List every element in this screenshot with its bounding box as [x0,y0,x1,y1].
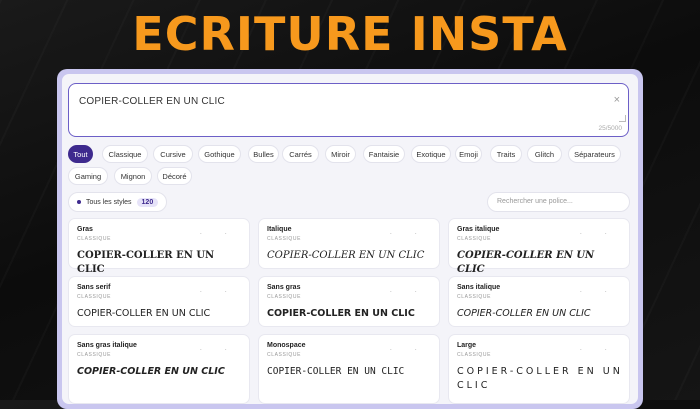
font-card-preview[interactable]: COPIER-COLLER EN UN CLIC [267,249,433,263]
all-styles-label: Tous les styles [86,198,132,206]
text-input-value: COPIER-COLLER EN UN CLIC [79,96,225,107]
font-card-actions[interactable]: · · [199,345,237,354]
styles-count-badge: 120 [136,197,159,207]
font-card[interactable]: Sans italique CLASSIQUE · · COPIER-COLLER E… [448,276,630,327]
font-card-category: CLASSIQUE [457,294,492,300]
font-card-preview[interactable]: COPIER-COLLER EN UN CLIC [77,307,243,321]
font-card-actions[interactable]: · · [579,345,617,354]
font-card-name: Gras italique [457,226,500,233]
filter-chip-glitch[interactable]: Glitch [527,145,562,163]
search-input[interactable]: Rechercher une police... [487,192,630,212]
font-card-name: Sans serif [77,284,111,291]
filter-chip-classique[interactable]: Classique [102,145,148,163]
font-card-preview[interactable]: COPIER-COLLER EN UN CLIC [267,365,433,379]
font-card-category: CLASSIQUE [267,236,302,242]
filter-chip-séparateurs[interactable]: Séparateurs [568,145,621,163]
font-card-category: CLASSIQUE [267,294,302,300]
filter-chip-tout[interactable]: Tout [68,145,93,163]
filter-chip-exotique[interactable]: Exotique [411,145,451,163]
filter-chip-fantaisie[interactable]: Fantaisie [363,145,405,163]
filter-chip-traits[interactable]: Traits [490,145,522,163]
font-card-preview[interactable]: COPIER-COLLER EN UN CLIC [457,307,623,321]
all-styles-toggle[interactable]: Tous les styles 120 [68,192,168,212]
filter-chip-gaming[interactable]: Gaming [68,167,108,185]
font-card-name: Sans gras italique [77,342,137,349]
font-card[interactable]: Italique CLASSIQUE · · COPIER-COLLER EN UN … [258,218,440,269]
font-card-preview[interactable]: COPIER-COLLER EN UN CLIC [457,249,623,277]
font-card-preview[interactable]: COPIER-COLLER EN UN CLIC [267,307,433,321]
font-card-category: CLASSIQUE [457,236,492,242]
font-card[interactable]: Large CLASSIQUE · · COPIER-COLLER EN UN CLI… [448,334,630,404]
filter-chip-miroir[interactable]: Miroir [325,145,356,163]
app-panel: COPIER-COLLER EN UN CLIC × 25/5000 Tout C… [62,74,638,404]
resize-handle[interactable] [619,115,626,122]
font-card-actions[interactable]: · · [199,287,237,296]
font-card-name: Italique [267,226,292,233]
filter-chip-cursive[interactable]: Cursive [153,145,193,163]
font-card[interactable]: Gras italique CLASSIQUE · · COPIER-COLLER E… [448,218,630,275]
font-card-name: Sans gras [267,284,301,291]
font-card-name: Sans italique [457,284,501,291]
filter-chip-bulles[interactable]: Bulles [248,145,279,163]
text-input[interactable]: COPIER-COLLER EN UN CLIC × 25/5000 [68,83,629,137]
font-card-category: CLASSIQUE [267,352,302,358]
close-icon[interactable]: × [614,94,620,106]
font-card-name: Large [457,342,477,349]
filter-chip-mignon[interactable]: Mignon [114,167,152,185]
filter-chip-gothique[interactable]: Gothique [198,145,241,163]
filter-chip-emoji[interactable]: Emoji [455,145,482,163]
font-card-category: CLASSIQUE [77,352,112,358]
font-card[interactable]: Sans gras CLASSIQUE · · COPIER-COLLER EN UN… [258,276,440,327]
font-card-actions[interactable]: · · [389,229,427,238]
font-card-preview[interactable]: COPIER-COLLER EN UN CLIC [457,365,623,393]
font-card-name: Gras [77,226,93,233]
font-card-actions[interactable]: · · [199,229,237,238]
dot-icon [77,200,81,204]
font-card-category: CLASSIQUE [77,294,112,300]
font-card-actions[interactable]: · · [579,287,617,296]
font-card-preview[interactable]: COPIER-COLLER EN UN CLIC [77,249,243,277]
font-card-category: CLASSIQUE [457,352,492,358]
filter-chip-décoré[interactable]: Décoré [157,167,192,185]
banner-title: ECRITURE INSTA [132,7,568,61]
font-card[interactable]: Sans serif CLASSIQUE · · COPIER-COLLER EN U… [68,276,250,327]
font-card-actions[interactable]: · · [389,287,427,296]
font-card-preview[interactable]: COPIER-COLLER EN UN CLIC [77,365,243,379]
font-card-name: Monospace [267,342,306,349]
filter-chip-carrés[interactable]: Carrés [282,145,319,163]
font-card[interactable]: Gras CLASSIQUE · · COPIER-COLLER EN UN CLIC [68,218,250,275]
char-counter: 25/5000 [598,125,623,132]
font-card-actions[interactable]: · · [389,345,427,354]
font-card-category: CLASSIQUE [77,236,112,242]
font-card-actions[interactable]: · · [579,229,617,238]
font-card[interactable]: Monospace CLASSIQUE · · COPIER-COLLER EN UN… [258,334,440,404]
font-card[interactable]: Sans gras italique CLASSIQUE · · COPIER-COL… [68,334,250,404]
